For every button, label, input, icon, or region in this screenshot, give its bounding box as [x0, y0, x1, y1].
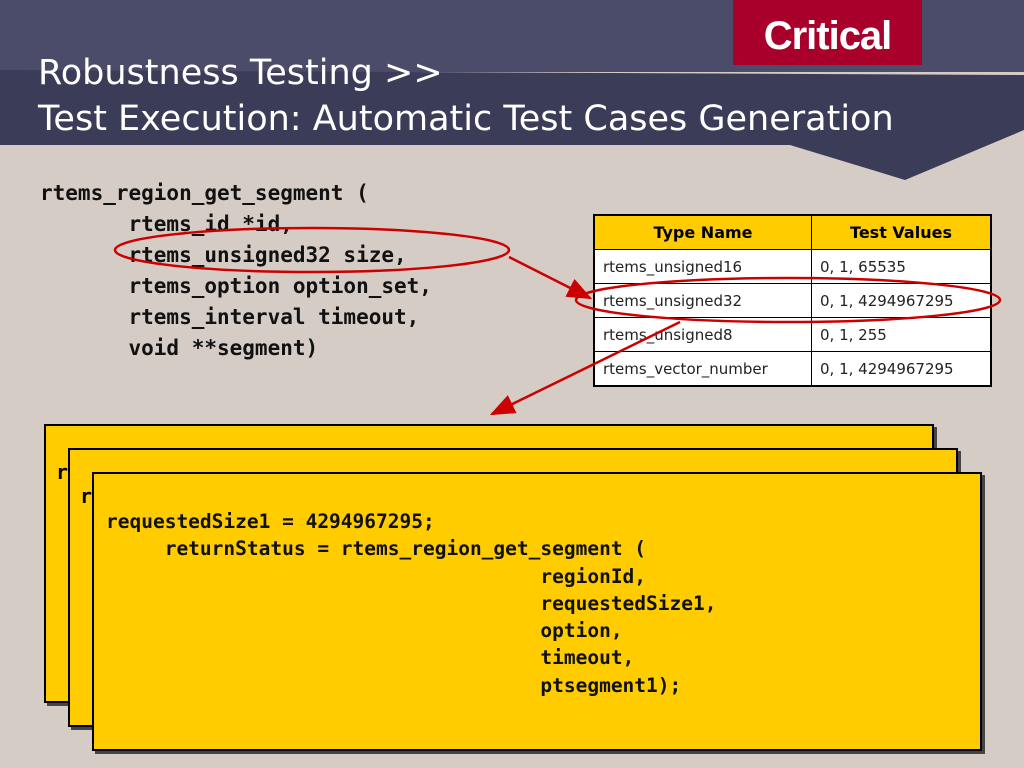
title-line-2: Test Execution: Automatic Test Cases Gen… — [38, 99, 894, 139]
code-line: void **segment) — [40, 336, 319, 360]
code-line: rtems_option option_set, — [40, 274, 432, 298]
table-row: rtems_vector_number 0, 1, 4294967295 — [593, 351, 992, 387]
code-line: ptsegment1); — [106, 673, 682, 697]
code-fragment: r — [80, 484, 93, 508]
table-row: rtems_unsigned32 0, 1, 4294967295 — [593, 283, 992, 318]
cell: rtems_unsigned32 — [593, 283, 812, 318]
test-values-table: Type Name Test Values rtems_unsigned16 0, … — [593, 214, 992, 387]
test-case-code: requestedSize1 = 4294967295; returnStatu… — [106, 508, 716, 699]
cell: 0, 1, 255 — [811, 317, 992, 352]
arrow-to-table — [508, 255, 593, 300]
code-line: regionId, — [106, 564, 647, 588]
function-signature: rtems_region_get_segment ( rtems_id *id,… — [40, 178, 432, 364]
code-line: requestedSize1, — [106, 591, 717, 615]
cell: 0, 1, 4294967295 — [811, 351, 992, 387]
code-fragment: r — [56, 460, 69, 484]
header-type-name: Type Name — [593, 214, 812, 250]
cell: 0, 1, 4294967295 — [811, 283, 992, 318]
code-line: rtems_region_get_segment ( — [40, 181, 369, 205]
code-line: requestedSize1 = 4294967295; — [106, 510, 435, 533]
cell: rtems_unsigned16 — [593, 249, 812, 284]
cell: rtems_vector_number — [593, 351, 812, 387]
slide-title: Robustness Testing >> Test Execution: Au… — [38, 50, 894, 142]
code-line: rtems_id *id, — [40, 212, 293, 236]
header-test-values: Test Values — [811, 214, 992, 250]
code-line: returnStatus = rtems_region_get_segment … — [106, 537, 647, 561]
cell: rtems_unsigned8 — [593, 317, 812, 352]
code-line: rtems_interval timeout, — [40, 305, 420, 329]
cell: 0, 1, 65535 — [811, 249, 992, 284]
code-line: timeout, — [106, 646, 635, 670]
code-line: rtems_unsigned32 size, — [40, 243, 407, 267]
table-row: rtems_unsigned16 0, 1, 65535 — [593, 249, 992, 284]
title-line-1: Robustness Testing >> — [38, 53, 443, 93]
table-header-row: Type Name Test Values — [593, 214, 992, 250]
test-case-box-3: requestedSize1 = 4294967295; returnStatu… — [92, 472, 982, 751]
code-line: option, — [106, 619, 623, 643]
table-row: rtems_unsigned8 0, 1, 255 — [593, 317, 992, 352]
